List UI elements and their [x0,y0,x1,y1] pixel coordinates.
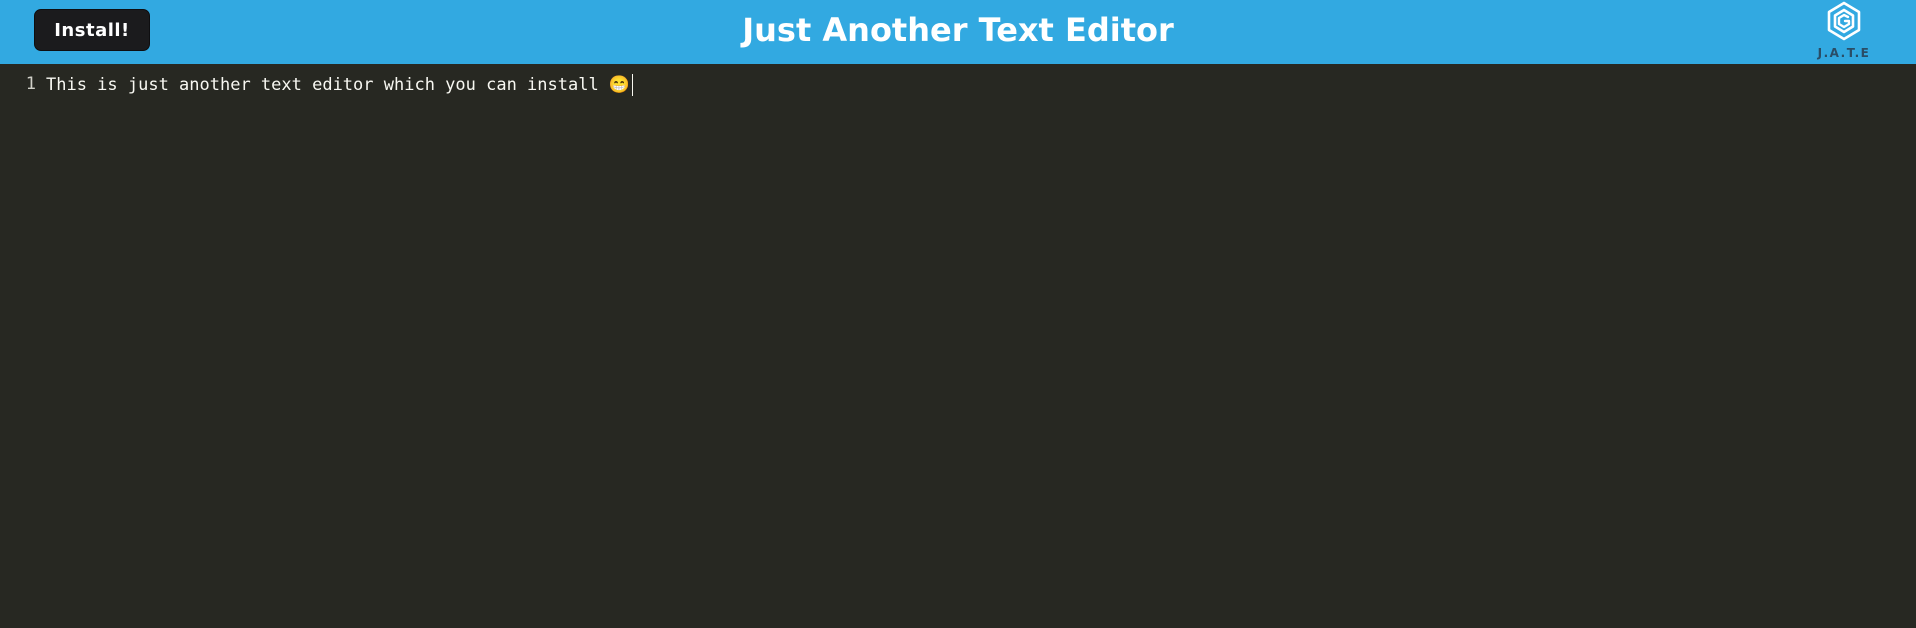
line-gutter: 1 [0,64,40,628]
text-cursor [632,74,634,96]
navbar: Install! Just Another Text Editor J.A.T.… [0,0,1916,64]
editor-line[interactable]: This is just another text editor which y… [46,74,634,96]
jate-logo: J.A.T.E [1806,0,1882,64]
editor-line-text[interactable]: This is just another text editor which y… [46,75,630,95]
logo-text: J.A.T.E [1817,46,1871,60]
page-title: Just Another Text Editor [742,11,1174,49]
jate-logo-icon [1827,1,1861,41]
code-editor[interactable]: 1 This is just another text editor which… [0,64,1916,628]
line-number: 1 [25,74,36,94]
